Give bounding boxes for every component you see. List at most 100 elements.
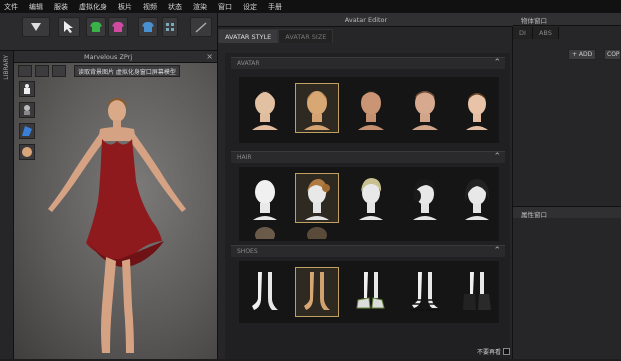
- load-background-button[interactable]: 读取背景图片 虚拟化身窗口屏幕模型: [74, 65, 180, 77]
- shoes-section-label: SHOES: [237, 248, 258, 255]
- tab-abs[interactable]: ABS: [532, 27, 559, 39]
- avatar-head-thumbnail: [466, 93, 488, 130]
- grid-icon: [166, 23, 174, 31]
- dont-show-checkbox[interactable]: [503, 348, 511, 355]
- collapse-icon[interactable]: ⌃: [493, 246, 501, 256]
- property-editor-title: 属性窗口: [521, 211, 547, 219]
- hair-thumbnail: [255, 227, 275, 239]
- shoes-option-1[interactable]: [243, 267, 287, 317]
- add-button[interactable]: + ADD: [568, 49, 597, 60]
- hair-option-1[interactable]: [243, 173, 287, 223]
- menu-pattern[interactable]: 板片: [114, 2, 139, 12]
- avatar-option-3[interactable]: [349, 83, 393, 133]
- menu-settings[interactable]: 设定: [239, 2, 264, 12]
- avatar-editor-content: AVATAR ⌃ HAIR ⌃ SHOES ⌃: [225, 53, 510, 359]
- object-browser-panel: 物体窗口 DI ABS + ADD COP 属性窗口: [513, 13, 621, 359]
- hair-thumbnail: [413, 178, 437, 220]
- hair-section-label: HAIR: [237, 154, 252, 161]
- menu-bar: 文件 编辑 服装 虚拟化身 板片 视频 状态 渲染 窗口 设定 手册: [0, 0, 621, 13]
- cursor-icon: [64, 21, 73, 33]
- avatar-option-2[interactable]: [295, 83, 339, 133]
- avatar-model[interactable]: [32, 91, 202, 361]
- dont-show-again[interactable]: 不要再看: [477, 347, 511, 356]
- shoes-thumbnails: [239, 261, 499, 323]
- hair-option-6[interactable]: [243, 225, 287, 239]
- avatar-editor-panel: Avatar Editor AVATAR STYLE AVATAR SIZE A…: [217, 13, 514, 359]
- shoes-option-3[interactable]: [349, 267, 393, 317]
- boot-thumbnail: [463, 272, 491, 310]
- viewport-title: Marvelous ZPrj: [84, 53, 133, 61]
- menu-video[interactable]: 视频: [139, 2, 164, 12]
- library-strip[interactable]: LIBRARY: [0, 51, 14, 359]
- grid-button[interactable]: [162, 17, 178, 37]
- hair-option-4[interactable]: [403, 173, 447, 223]
- feet-thumbnail: [252, 272, 278, 310]
- avatar-head-thumbnail: [412, 91, 438, 130]
- collapse-icon[interactable]: ⌃: [493, 152, 501, 162]
- menu-garment[interactable]: 服装: [50, 2, 75, 12]
- library-label: LIBRARY: [3, 55, 10, 80]
- menu-avatar[interactable]: 虚拟化身: [75, 2, 114, 12]
- shirt-icon: [112, 22, 124, 32]
- menu-manual[interactable]: 手册: [264, 2, 289, 12]
- avatar-thumbnails: [239, 77, 499, 143]
- menu-file[interactable]: 文件: [0, 2, 25, 12]
- avatar-editor-title: Avatar Editor: [218, 13, 514, 27]
- needle-icon: [195, 22, 207, 33]
- avatar-option-4[interactable]: [403, 83, 447, 133]
- shirt-icon: [142, 22, 154, 32]
- shirt-green-button[interactable]: [86, 17, 106, 37]
- menu-status[interactable]: 状态: [164, 2, 189, 12]
- hair-thumbnail: [305, 178, 330, 220]
- hair-thumbnail: [307, 227, 327, 239]
- menu-edit[interactable]: 编辑: [25, 2, 50, 12]
- avatar-option-5[interactable]: [455, 83, 499, 133]
- property-editor-header: 属性窗口: [513, 206, 621, 219]
- menu-window[interactable]: 窗口: [214, 2, 239, 12]
- object-browser-tabs: DI ABS: [513, 27, 559, 39]
- menu-render[interactable]: 渲染: [189, 2, 214, 12]
- texture-toggle-button[interactable]: [35, 65, 49, 77]
- shirt-blue-button[interactable]: [138, 17, 158, 37]
- feet-thumbnail: [304, 272, 330, 310]
- avatar-head-thumbnail: [252, 91, 278, 130]
- sneaker-thumbnail: [356, 272, 385, 309]
- move-tool-button[interactable]: [22, 17, 50, 37]
- tab-di[interactable]: DI: [513, 27, 533, 39]
- hair-section-header[interactable]: HAIR ⌃: [231, 151, 505, 163]
- collapse-icon[interactable]: ⌃: [493, 58, 501, 68]
- object-browser-header: 物体窗口: [513, 13, 621, 26]
- shoes-option-4[interactable]: [403, 267, 447, 317]
- hair-thumbnail: [464, 179, 490, 220]
- hair-option-3[interactable]: [349, 173, 393, 223]
- avatar-option-1[interactable]: [243, 83, 287, 133]
- close-icon[interactable]: ×: [206, 52, 213, 61]
- shoes-option-2[interactable]: [295, 267, 339, 317]
- hair-option-2[interactable]: [295, 173, 339, 223]
- tab-avatar-style[interactable]: AVATAR STYLE: [218, 29, 279, 43]
- copy-button[interactable]: COP: [604, 49, 621, 60]
- avatar-section-header[interactable]: AVATAR ⌃: [231, 57, 505, 69]
- tab-avatar-size[interactable]: AVATAR SIZE: [278, 29, 334, 43]
- hair-option-5[interactable]: [455, 173, 499, 223]
- needle-tool-button[interactable]: [190, 17, 212, 37]
- avatar-editor-tabs: AVATAR STYLE AVATAR SIZE: [218, 29, 334, 43]
- pattern-toggle-button[interactable]: [52, 65, 66, 77]
- sandal-thumbnail: [410, 272, 440, 311]
- viewport-tools: [18, 65, 66, 77]
- hair-option-7[interactable]: [295, 225, 339, 239]
- object-browser-title: 物体窗口: [521, 17, 547, 25]
- dont-show-label: 不要再看: [477, 349, 502, 356]
- avatar-head-thumbnail: [304, 91, 330, 130]
- avatar-head-thumbnail: [358, 91, 384, 130]
- shoes-section-header[interactable]: SHOES ⌃: [231, 245, 505, 257]
- hair-thumbnail: [359, 178, 383, 220]
- 3d-viewport[interactable]: Marvelous ZPrj × 读取背景图片 虚拟化身窗口屏幕模型: [14, 51, 217, 359]
- main-toolbar: [0, 13, 217, 51]
- shirt-pink-button[interactable]: [108, 17, 128, 37]
- select-mesh-button[interactable]: [18, 65, 32, 77]
- hair-thumbnail: [253, 180, 277, 220]
- shoes-option-5[interactable]: [455, 267, 499, 317]
- hair-thumbnails: [239, 167, 499, 241]
- select-tool-button[interactable]: [58, 17, 80, 37]
